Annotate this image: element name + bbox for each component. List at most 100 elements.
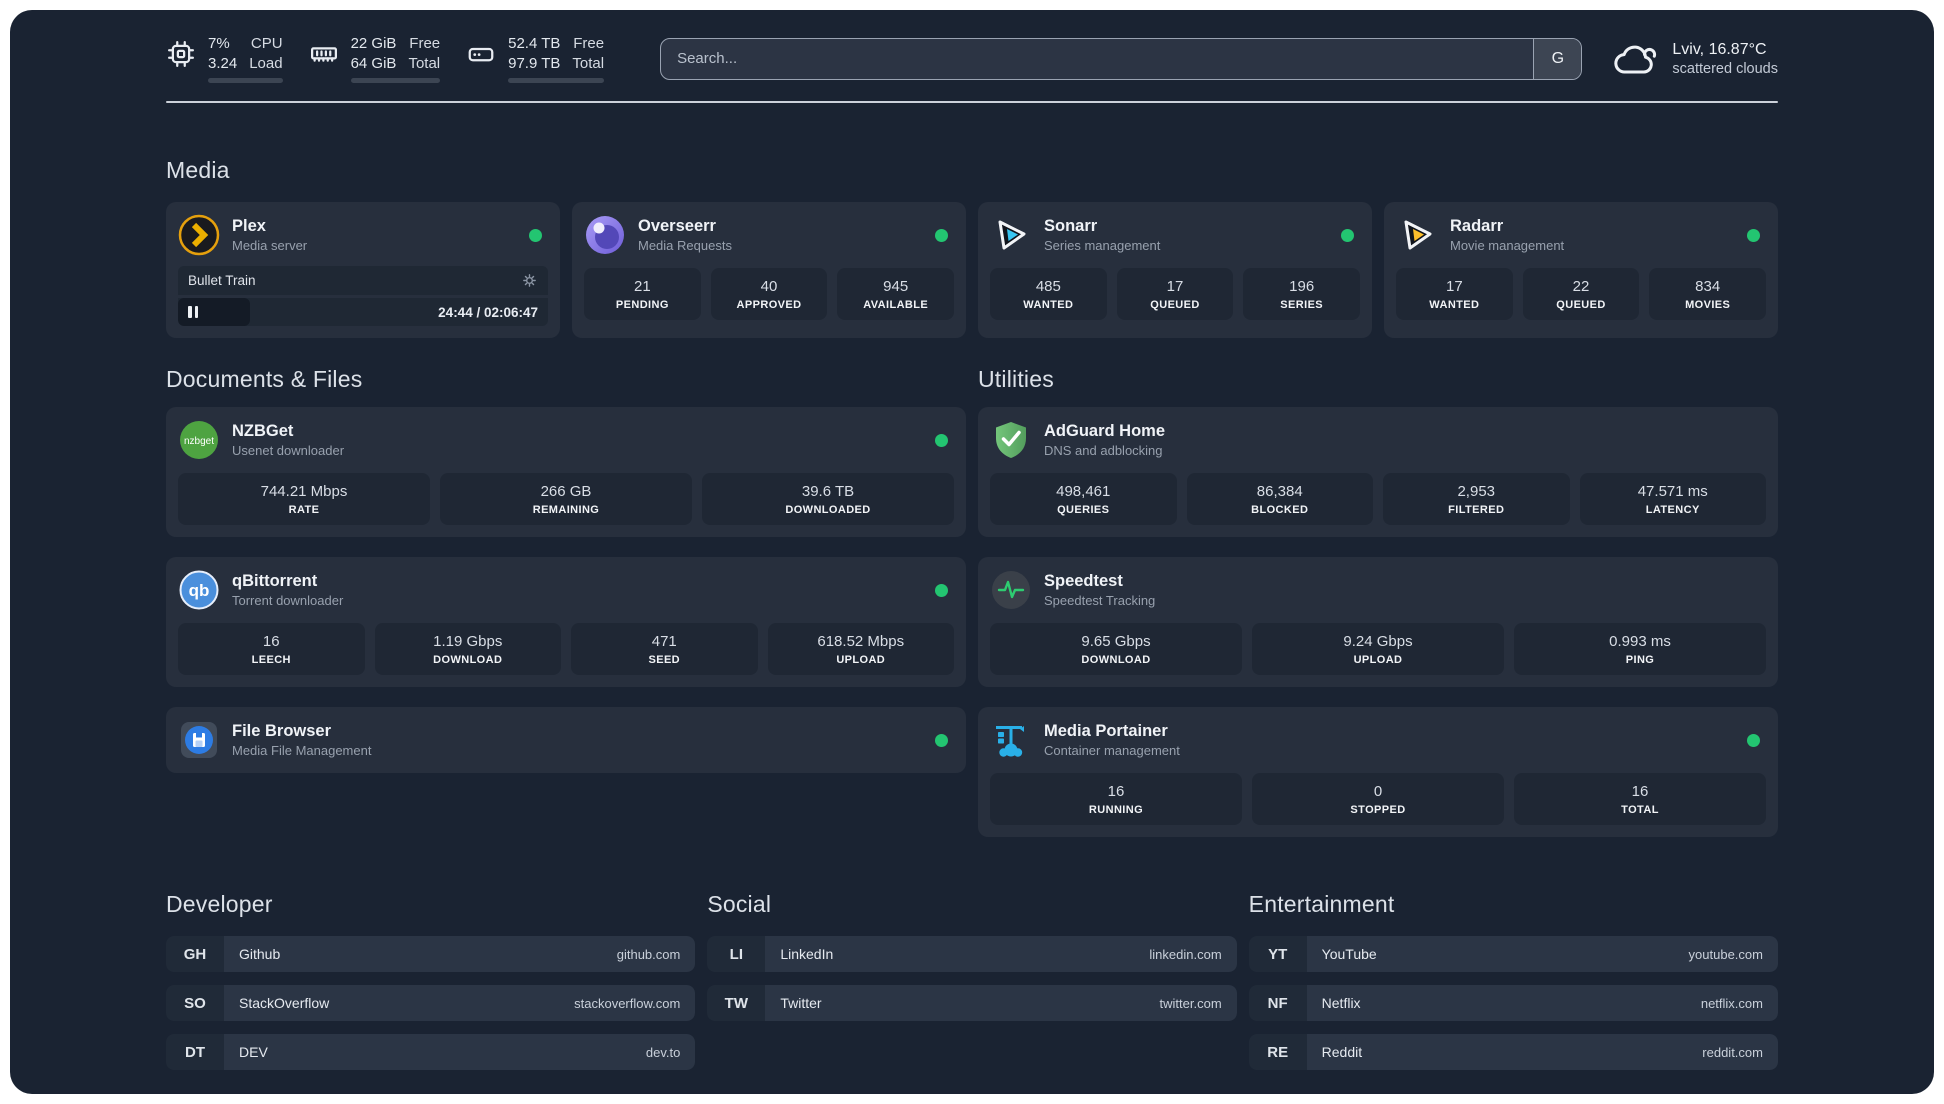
plex-now-playing: Bullet Train 24:44 / 02:06:47: [178, 266, 548, 326]
link-dev[interactable]: DT DEV dev.to: [166, 1034, 696, 1070]
app-description: Media server: [232, 238, 308, 253]
portainer-icon: [990, 719, 1032, 761]
link-tag: RE: [1248, 1034, 1307, 1070]
stat-rate: 744.21 Mbps RATE: [178, 473, 430, 525]
adguard-icon: [990, 419, 1032, 461]
app-card-sonarr[interactable]: Sonarr Series management 485 WANTED 17 Q…: [978, 202, 1372, 338]
app-name: Media Portainer: [1044, 722, 1168, 740]
status-dot: [935, 433, 948, 447]
app-description: Movie management: [1450, 238, 1565, 253]
link-name: StackOverflow: [239, 995, 330, 1011]
stat-download: 1.19 Gbps DOWNLOAD: [374, 623, 561, 675]
stat-latency: 47.571 ms LATENCY: [1579, 473, 1766, 525]
player-settings-icon[interactable]: [521, 272, 538, 289]
cpu-widget: 7% CPU 3.24 Load: [166, 34, 283, 83]
radarr-icon: [1396, 214, 1438, 256]
header-divider: [166, 101, 1778, 103]
social-links: LI LinkedIn linkedin.com TW Twitter twit…: [707, 936, 1237, 1021]
stat-pending: 21 PENDING: [584, 268, 701, 320]
weather-condition: scattered clouds: [1672, 60, 1778, 77]
stat-filtered: 2,953 FILTERED: [1383, 473, 1570, 525]
stat-download: 9.65 Gbps DOWNLOAD: [990, 623, 1242, 675]
section-title-social: Social: [707, 891, 772, 917]
status-dot: [935, 228, 948, 242]
link-url: dev.to: [645, 1044, 681, 1060]
link-youtube[interactable]: YT YouTube youtube.com: [1248, 936, 1778, 972]
app-description: Usenet downloader: [232, 443, 345, 458]
stat-stopped: 0 STOPPED: [1252, 773, 1504, 825]
app-card-speedtest[interactable]: Speedtest Speedtest Tracking 9.65 Gbps D…: [978, 557, 1778, 687]
link-url: linkedin.com: [1149, 946, 1222, 962]
app-card-radarr[interactable]: Radarr Movie management 17 WANTED 22 QUE…: [1384, 202, 1778, 338]
cpu-label-1: CPU: [250, 35, 283, 52]
weather-location-temp: Lviv, 16.87°C: [1672, 40, 1767, 58]
stat-wanted: 17 WANTED: [1396, 268, 1513, 320]
link-tag: TW: [707, 985, 766, 1021]
disk-icon: [468, 47, 494, 61]
status-dot: [935, 733, 948, 747]
stat-upload: 9.24 Gbps UPLOAD: [1252, 623, 1504, 675]
disk-free: 52.4 TB: [508, 35, 561, 52]
stat-series: 196 SERIES: [1243, 268, 1361, 320]
link-reddit[interactable]: RE Reddit reddit.com: [1248, 1034, 1778, 1070]
link-url: reddit.com: [1702, 1044, 1763, 1060]
svg-text:nzbget: nzbget: [184, 436, 214, 447]
app-card-portainer[interactable]: Media Portainer Container management 16 …: [978, 707, 1778, 837]
cpu-load: 3.24: [208, 54, 238, 72]
section-title-utilities: Utilities: [978, 366, 1054, 392]
app-name: Speedtest: [1044, 572, 1123, 590]
app-card-nzbget[interactable]: nzbget NZBGet Usenet downloader 744.21 M…: [166, 407, 966, 537]
link-netflix[interactable]: NF Netflix netflix.com: [1248, 985, 1778, 1021]
app-name: Sonarr: [1044, 217, 1098, 235]
app-card-filebrowser[interactable]: File Browser Media File Management: [166, 707, 966, 773]
disk-total: 97.9 TB: [508, 54, 561, 72]
cpu-label-2: Load: [249, 54, 283, 72]
status-dot: [1747, 228, 1760, 242]
developer-links: GH Github github.com SO StackOverflow st…: [166, 936, 696, 1070]
link-name: Github: [239, 946, 281, 962]
link-stackoverflow[interactable]: SO StackOverflow stackoverflow.com: [166, 985, 696, 1021]
section-title-documents: Documents & Files: [166, 366, 363, 392]
app-name: NZBGet: [232, 422, 294, 440]
top-bar: 7% CPU 3.24 Load 22 GiB Free 64 GiB Tota…: [166, 10, 1778, 83]
link-name: DEV: [239, 1044, 268, 1060]
search-engine-button[interactable]: G: [1533, 38, 1582, 79]
link-tag: YT: [1248, 936, 1307, 972]
memory-free: 22 GiB: [350, 35, 397, 52]
app-name: qBittorrent: [232, 572, 318, 590]
link-github[interactable]: GH Github github.com: [166, 936, 696, 972]
memory-progress: [350, 78, 441, 83]
app-description: Series management: [1044, 238, 1161, 253]
ram-icon: [310, 46, 337, 62]
disk-label-1: Free: [573, 35, 605, 52]
link-tag: DT: [166, 1034, 224, 1070]
status-dot: [529, 228, 542, 242]
stat-seed: 471 SEED: [571, 623, 758, 675]
stat-queued: 22 QUEUED: [1522, 268, 1640, 320]
app-description: Speedtest Tracking: [1044, 593, 1156, 608]
stat-remaining: 266 GB REMAINING: [440, 473, 692, 525]
app-card-plex[interactable]: Plex Media server Bullet Train 24:44 / 0…: [166, 202, 560, 338]
utilities-column: AdGuard Home DNS and adblocking 498,461 …: [978, 407, 1778, 837]
search-input[interactable]: [661, 38, 1534, 79]
app-name: File Browser: [232, 722, 332, 740]
app-card-qbittorrent[interactable]: qb qBittorrent Torrent downloader 16 LEE…: [166, 557, 966, 687]
stat-upload: 618.52 Mbps UPLOAD: [767, 623, 954, 675]
link-twitter[interactable]: TW Twitter twitter.com: [707, 985, 1237, 1021]
stat-blocked: 86,384 BLOCKED: [1186, 473, 1373, 525]
link-url: youtube.com: [1688, 946, 1763, 962]
link-tag: SO: [166, 985, 224, 1021]
link-linkedin[interactable]: LI LinkedIn linkedin.com: [707, 936, 1237, 972]
memory-label-1: Free: [409, 35, 441, 52]
stat-movies: 834 MOVIES: [1649, 268, 1767, 320]
svg-text:qb: qb: [189, 581, 210, 600]
memory-label-2: Total: [408, 54, 441, 72]
stat-queries: 498,461 QUERIES: [990, 473, 1177, 525]
link-name: LinkedIn: [780, 946, 834, 962]
app-card-overseerr[interactable]: Overseerr Media Requests 21 PENDING 40 A…: [572, 202, 966, 338]
app-name: AdGuard Home: [1044, 422, 1166, 440]
app-card-adguard[interactable]: AdGuard Home DNS and adblocking 498,461 …: [978, 407, 1778, 537]
stat-available: 945 AVAILABLE: [837, 268, 955, 320]
pause-button[interactable]: [188, 306, 198, 318]
now-playing-title: Bullet Train: [188, 273, 256, 288]
